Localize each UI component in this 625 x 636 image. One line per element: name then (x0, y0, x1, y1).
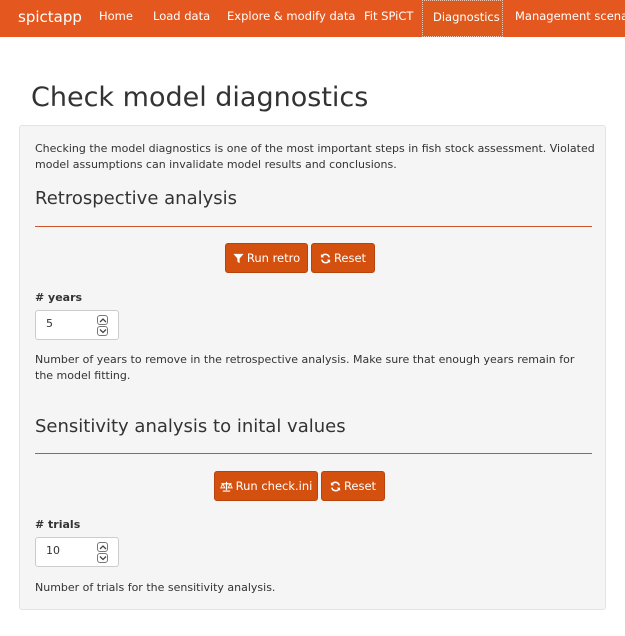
page-title: Check model diagnostics (31, 82, 369, 113)
brand-link[interactable]: spictapp (18, 0, 82, 37)
years-input[interactable]: 5 (35, 310, 119, 340)
trials-increment-button[interactable] (97, 542, 108, 552)
sensitivity-heading: Sensitivity analysis to inital values (35, 416, 346, 437)
run-retro-button[interactable]: Run retro (225, 243, 308, 273)
nav-item-home[interactable]: Home (99, 0, 133, 37)
trials-help-text: Number of trials for the sensitivity ana… (35, 581, 276, 594)
refresh-icon (320, 251, 334, 265)
trials-input[interactable]: 10 (35, 537, 119, 567)
years-help-text: Number of years to remove in the retrosp… (35, 353, 575, 382)
nav-item-load-data[interactable]: Load data (153, 0, 210, 37)
intro-text: Checking the model diagnostics is one of… (35, 142, 595, 171)
run-check-ini-label: Run check.ini (235, 479, 313, 493)
trials-decrement-button[interactable] (97, 553, 108, 563)
trials-value: 10 (46, 544, 60, 557)
years-value: 5 (46, 317, 53, 330)
refresh-icon (330, 479, 344, 493)
years-decrement-button[interactable] (97, 326, 108, 336)
years-increment-button[interactable] (97, 315, 108, 325)
nav-item-diagnostics[interactable]: Diagnostics (422, 0, 503, 37)
nav-item-management-scenario[interactable]: Management scenario (515, 0, 625, 37)
nav-item-explore-modify-data[interactable]: Explore & modify data (227, 0, 355, 37)
sensitivity-reset-label: Reset (343, 479, 377, 493)
retro-reset-button[interactable]: Reset (311, 243, 375, 273)
run-check-ini-button[interactable]: Run check.ini (214, 471, 318, 501)
sensitivity-reset-button[interactable]: Reset (321, 471, 385, 501)
trials-label: # trials (35, 518, 81, 531)
nav-item-fit-spict[interactable]: Fit SPiCT (364, 0, 413, 37)
retro-reset-label: Reset (333, 251, 367, 265)
filter-icon (233, 251, 247, 265)
run-retro-label: Run retro (246, 251, 301, 265)
sensitivity-divider (35, 453, 592, 454)
retro-heading: Retrospective analysis (35, 188, 238, 209)
balance-scale-icon (219, 479, 236, 493)
years-label: # years (35, 291, 83, 304)
retro-divider (35, 226, 592, 227)
navbar: spictapp Home Load data Explore & modify… (0, 0, 625, 37)
